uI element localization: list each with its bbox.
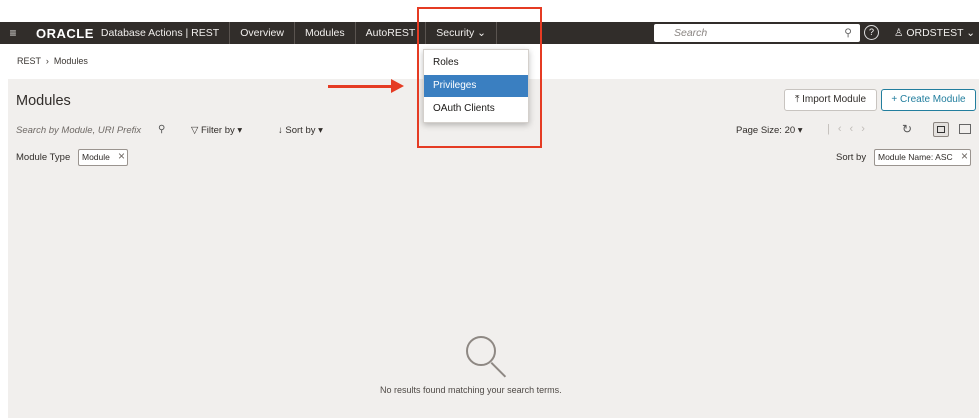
tab-modules[interactable]: Modules	[295, 22, 356, 44]
sort-chip[interactable]: Module Name: ASC ×	[874, 149, 971, 166]
breadcrumb: REST › Modules	[17, 56, 88, 66]
caret-down-icon: ▾	[797, 125, 803, 136]
breadcrumb-root[interactable]: REST	[17, 56, 41, 66]
global-search-placeholder: Search	[674, 27, 708, 39]
user-menu[interactable]: ♙ ORDSTEST ⌄	[894, 22, 975, 44]
create-module-button[interactable]: + Create Module	[881, 89, 976, 111]
sort-by-button[interactable]: ↓ Sort by ▾	[278, 125, 323, 136]
close-icon[interactable]: ×	[118, 149, 125, 164]
create-module-label: Create Module	[900, 94, 966, 105]
tab-overview[interactable]: Overview	[230, 22, 295, 44]
page-size-select[interactable]: Page Size: 20 ▾	[736, 125, 803, 136]
module-type-label: Module Type	[16, 152, 71, 163]
app-title: Database Actions | REST	[101, 22, 231, 44]
pagination: |‹‹›	[827, 123, 873, 135]
annotation-box	[417, 7, 542, 148]
close-icon[interactable]: ×	[961, 149, 968, 164]
chevron-down-icon: ⌄	[966, 27, 976, 39]
table-view-icon[interactable]	[959, 124, 971, 134]
sort-icon: ↓	[278, 125, 283, 136]
page-title: Modules	[16, 93, 71, 109]
card-view-icon[interactable]	[933, 122, 949, 137]
module-search-placeholder: Search by Module, URI Prefix	[16, 125, 142, 136]
empty-state-message: No results found matching your search te…	[380, 385, 562, 395]
breadcrumb-current: Modules	[53, 56, 88, 66]
annotation-arrow	[328, 85, 392, 88]
annotation-arrow-head	[391, 79, 404, 93]
chevron-right-icon: ›	[45, 56, 49, 66]
upload-icon: ⤒	[794, 94, 800, 105]
first-page-icon[interactable]: |‹	[827, 123, 850, 135]
sort-by-chip-label: Sort by	[836, 152, 867, 163]
module-type-chip[interactable]: Module ×	[78, 149, 128, 166]
user-name: ORDSTEST	[906, 27, 964, 39]
filter-by-label: Filter by	[200, 125, 235, 136]
tab-autorest[interactable]: AutoREST	[356, 22, 427, 44]
search-icon[interactable]: ⚲	[158, 124, 165, 135]
caret-down-icon: ▾	[237, 125, 243, 136]
user-icon: ♙	[894, 27, 904, 39]
prev-page-icon[interactable]: ‹	[850, 123, 862, 135]
module-search-input[interactable]: Search by Module, URI Prefix ⚲	[16, 124, 170, 141]
sort-by-label: Sort by	[285, 125, 316, 136]
page-size-label: Page Size: 20	[736, 125, 796, 136]
help-icon[interactable]: ?	[864, 25, 879, 40]
oracle-logo: ORACLE	[36, 25, 94, 41]
filter-by-button[interactable]: ▽ Filter by ▾	[191, 125, 242, 136]
module-type-chip-label: Module	[82, 152, 110, 162]
import-module-label: Import Module	[802, 94, 867, 105]
global-search-input[interactable]: Search ⚲	[654, 24, 860, 42]
import-module-button[interactable]: ⤒ Import Module	[784, 89, 877, 111]
search-icon: ⚲	[844, 27, 852, 39]
filter-icon: ▽	[191, 125, 199, 136]
caret-down-icon: ▾	[318, 125, 323, 136]
hamburger-icon[interactable]: ≡	[2, 26, 24, 40]
refresh-icon[interactable]: ↻	[902, 122, 912, 136]
plus-icon: +	[891, 94, 898, 105]
sort-chip-label: Module Name: ASC	[878, 152, 953, 162]
next-page-icon[interactable]: ›	[861, 123, 873, 135]
